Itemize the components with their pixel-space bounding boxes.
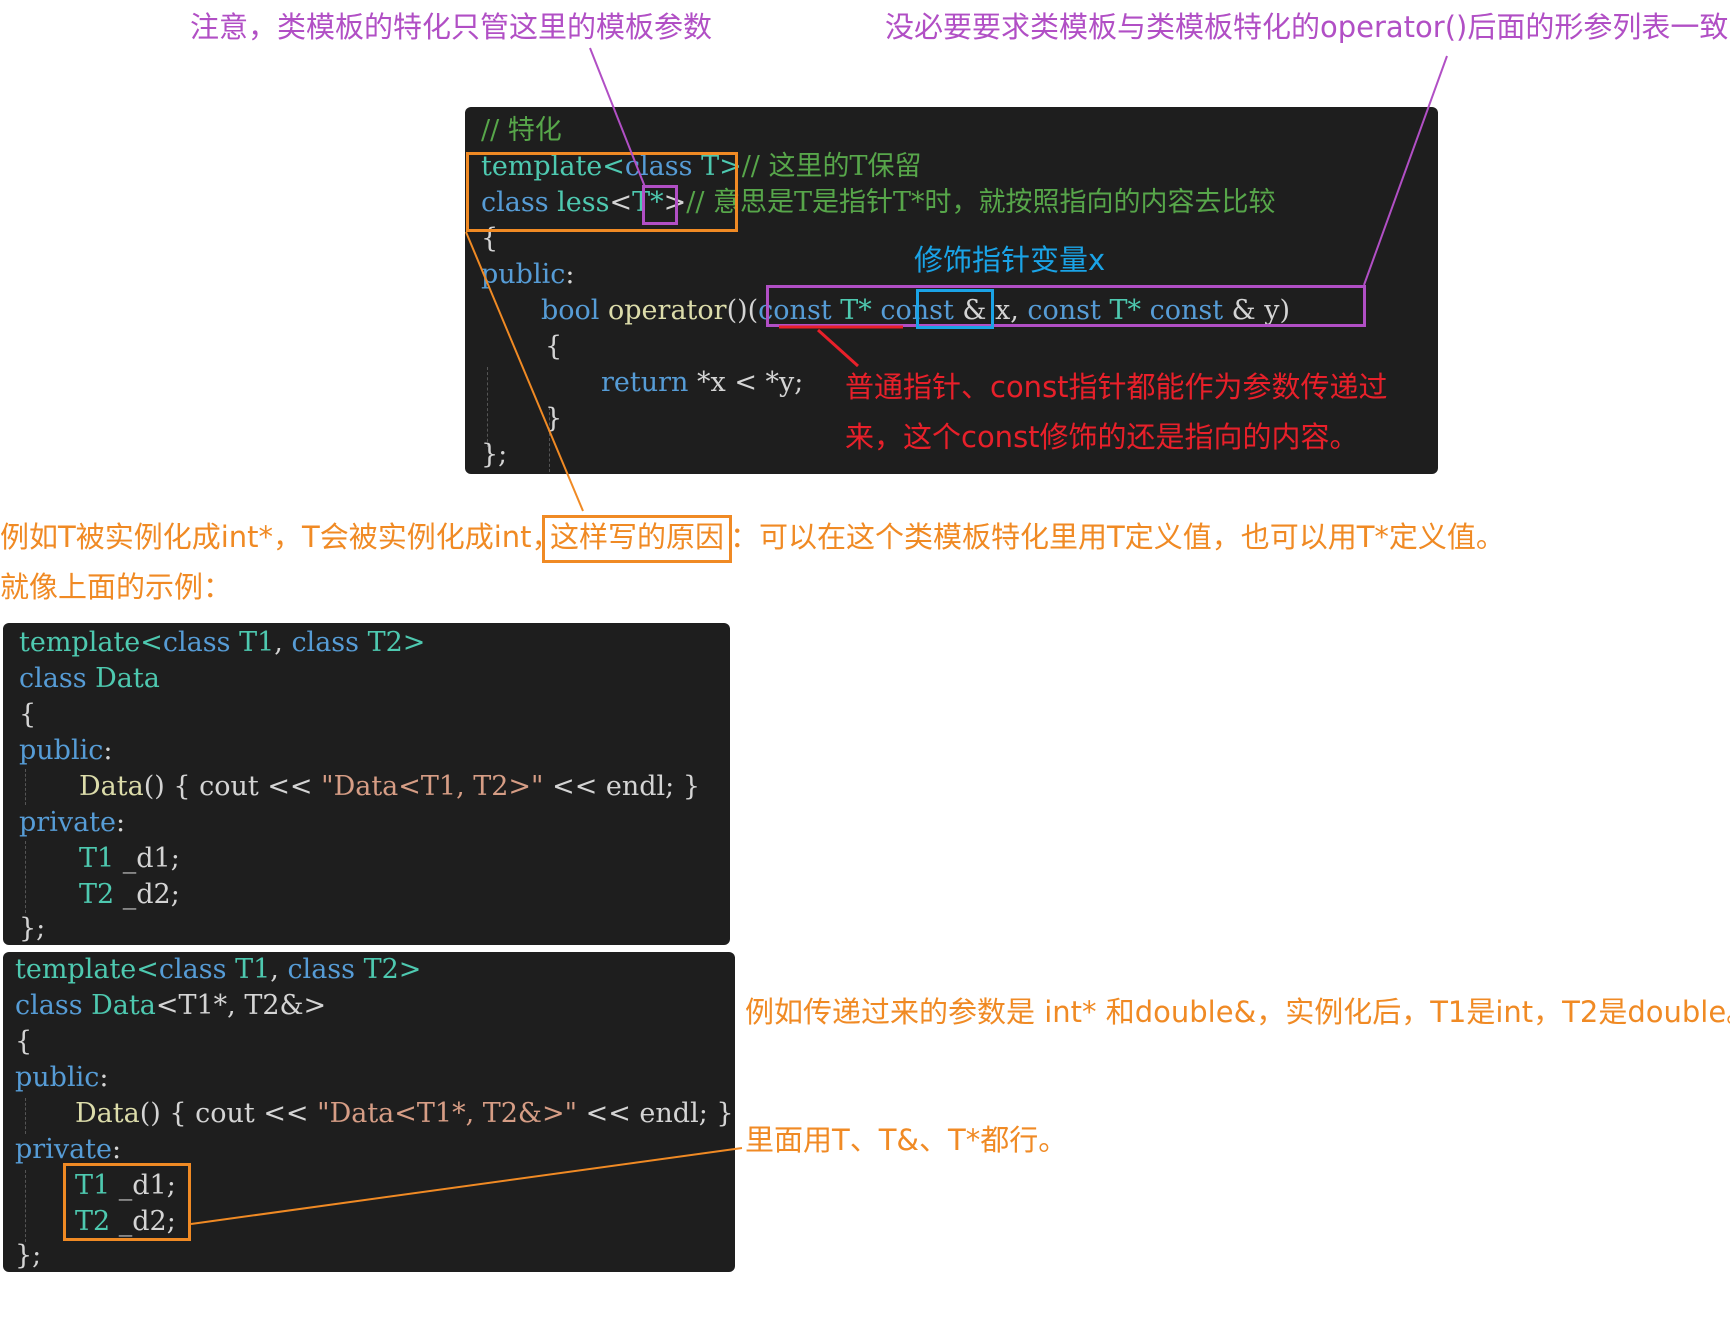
- code-line: private:: [19, 807, 126, 838]
- code-line: {: [545, 331, 563, 362]
- code-line: class Data: [19, 663, 160, 694]
- code-line: };: [15, 1240, 42, 1271]
- code-line: class Data<T1*, T2&>: [15, 990, 327, 1021]
- note-like-above: 就像上面的示例：: [0, 570, 233, 604]
- code-line: }: [545, 403, 563, 434]
- code-line: T1 _d1;: [79, 843, 180, 874]
- code-block-primary-template: template<class T1, class T2> class Data …: [3, 623, 730, 945]
- note-reason-suffix: ：可以在这个类模板特化里用T定义值，也可以用T*定义值。: [730, 520, 1505, 554]
- code-line: T2 _d2;: [79, 879, 180, 910]
- code-line: public:: [481, 259, 575, 290]
- code-line: Data() { cout << "Data<T1*, T2&>" << end…: [75, 1098, 734, 1129]
- note-const-ptr-line1: 普通指针、const指针都能作为参数传递过: [845, 370, 1388, 404]
- note-reason-boxed: 这样写的原因: [550, 520, 725, 554]
- code-line: };: [19, 913, 46, 944]
- code-line: Data() { cout << "Data<T1, T2>" << endl;…: [79, 771, 701, 802]
- note-params-example: 例如传递过来的参数是 int* 和double&，实例化后，T1是int，T2是…: [745, 995, 1730, 1029]
- code-line: template<class T1, class T2>: [19, 627, 426, 658]
- note-const-ptr-line2: 来，这个const修饰的还是指向的内容。: [845, 420, 1359, 454]
- code-line: };: [481, 439, 508, 470]
- code-line: template<class T1, class T2>: [15, 954, 422, 985]
- template-params-highlight-box: [466, 152, 738, 232]
- t-pointer-highlight-box: [642, 185, 678, 225]
- note-modify-x: 修饰指针变量x: [914, 243, 1106, 277]
- code-line: public:: [19, 735, 113, 766]
- note-operator-params: 没必要要求类模板与类模板特化的operator()后面的形参列表一致: [885, 10, 1729, 44]
- code-line: {: [19, 699, 37, 730]
- note-specialization-params: 注意，类模板的特化只管这里的模板参数: [190, 10, 713, 44]
- code-line: // 特化: [481, 115, 562, 146]
- members-highlight-box: [63, 1163, 191, 1241]
- note-inside-use: 里面用T、T&、T*都行。: [745, 1123, 1068, 1157]
- code-line: {: [15, 1026, 33, 1057]
- operator-params-highlight-box: [766, 285, 1366, 327]
- code-line: public:: [15, 1062, 109, 1093]
- code-line: return *x < *y;: [601, 367, 804, 398]
- note-example-prefix: 例如T被实例化成int*，T会被实例化成int，: [0, 520, 561, 554]
- const-x-highlight-box: [916, 289, 994, 329]
